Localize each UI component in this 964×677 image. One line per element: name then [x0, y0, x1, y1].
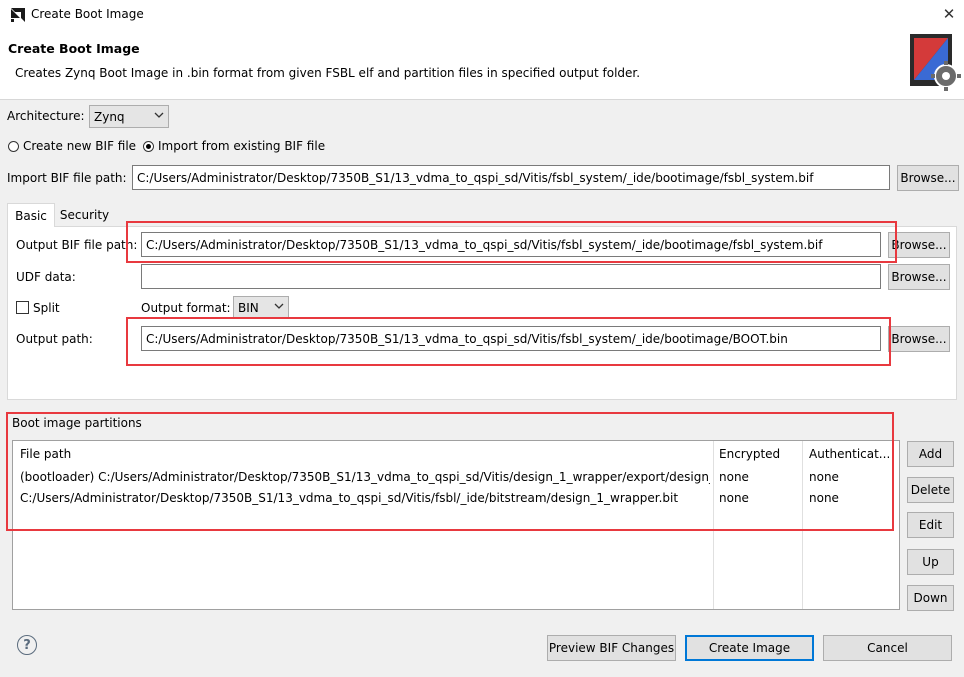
radio-create-new-label: Create new BIF file — [23, 139, 137, 153]
architecture-select[interactable]: Zynq — [89, 105, 169, 128]
output-format-label: Output format: — [141, 301, 231, 315]
udf-data-input[interactable] — [141, 264, 881, 289]
output-bif-browse-button[interactable]: Browse... — [888, 232, 950, 258]
output-format-value: BIN — [238, 300, 259, 315]
edit-partition-button[interactable]: Edit — [907, 512, 954, 538]
dialog-header — [0, 30, 964, 100]
radio-circle-selected — [143, 140, 154, 152]
import-bif-browse-button[interactable]: Browse... — [897, 165, 959, 191]
architecture-label: Architecture: — [7, 109, 85, 123]
close-icon[interactable]: ✕ — [940, 5, 958, 23]
chevron-down-icon — [154, 112, 164, 118]
chevron-down-icon — [274, 303, 284, 309]
title-bar — [0, 0, 964, 30]
cancel-button[interactable]: Cancel — [823, 635, 952, 661]
help-icon[interactable]: ? — [17, 635, 37, 655]
radio-circle — [8, 140, 19, 152]
window-title: Create Boot Image — [31, 7, 144, 21]
split-checkbox[interactable] — [16, 301, 29, 314]
move-up-button[interactable]: Up — [907, 549, 954, 575]
split-label: Split — [33, 301, 60, 315]
dialog-title: Create Boot Image — [8, 41, 140, 56]
delete-partition-button[interactable]: Delete — [907, 477, 954, 503]
radio-import-existing-label: Import from existing BIF file — [158, 139, 326, 153]
import-bif-label: Import BIF file path: — [7, 171, 127, 185]
highlight-output-bif — [126, 221, 897, 263]
add-partition-button[interactable]: Add — [907, 441, 954, 467]
preview-bif-changes-button[interactable]: Preview BIF Changes — [547, 635, 676, 661]
app-logo-icon — [11, 8, 25, 22]
import-bif-path-input[interactable]: C:/Users/Administrator/Desktop/7350B_S1/… — [132, 165, 890, 190]
udf-browse-button[interactable]: Browse... — [888, 264, 950, 290]
output-path-browse-button[interactable]: Browse... — [888, 326, 950, 352]
output-bif-label: Output BIF file path: — [16, 238, 138, 252]
output-path-label: Output path: — [16, 332, 93, 346]
tab-basic[interactable]: Basic — [7, 203, 55, 227]
boot-image-gear-icon — [910, 34, 961, 91]
dialog-description: Creates Zynq Boot Image in .bin format f… — [15, 66, 641, 80]
udf-data-label: UDF data: — [16, 270, 76, 284]
tab-security[interactable]: Security — [57, 204, 112, 226]
output-format-select[interactable]: BIN — [233, 296, 289, 319]
create-image-button[interactable]: Create Image — [685, 635, 814, 661]
move-down-button[interactable]: Down — [907, 585, 954, 611]
highlight-partitions — [6, 412, 894, 531]
highlight-output-path — [126, 317, 891, 366]
radio-import-existing-bif[interactable]: Import from existing BIF file — [143, 139, 325, 153]
architecture-value: Zynq — [94, 109, 125, 124]
radio-create-new-bif[interactable]: Create new BIF file — [8, 139, 136, 153]
